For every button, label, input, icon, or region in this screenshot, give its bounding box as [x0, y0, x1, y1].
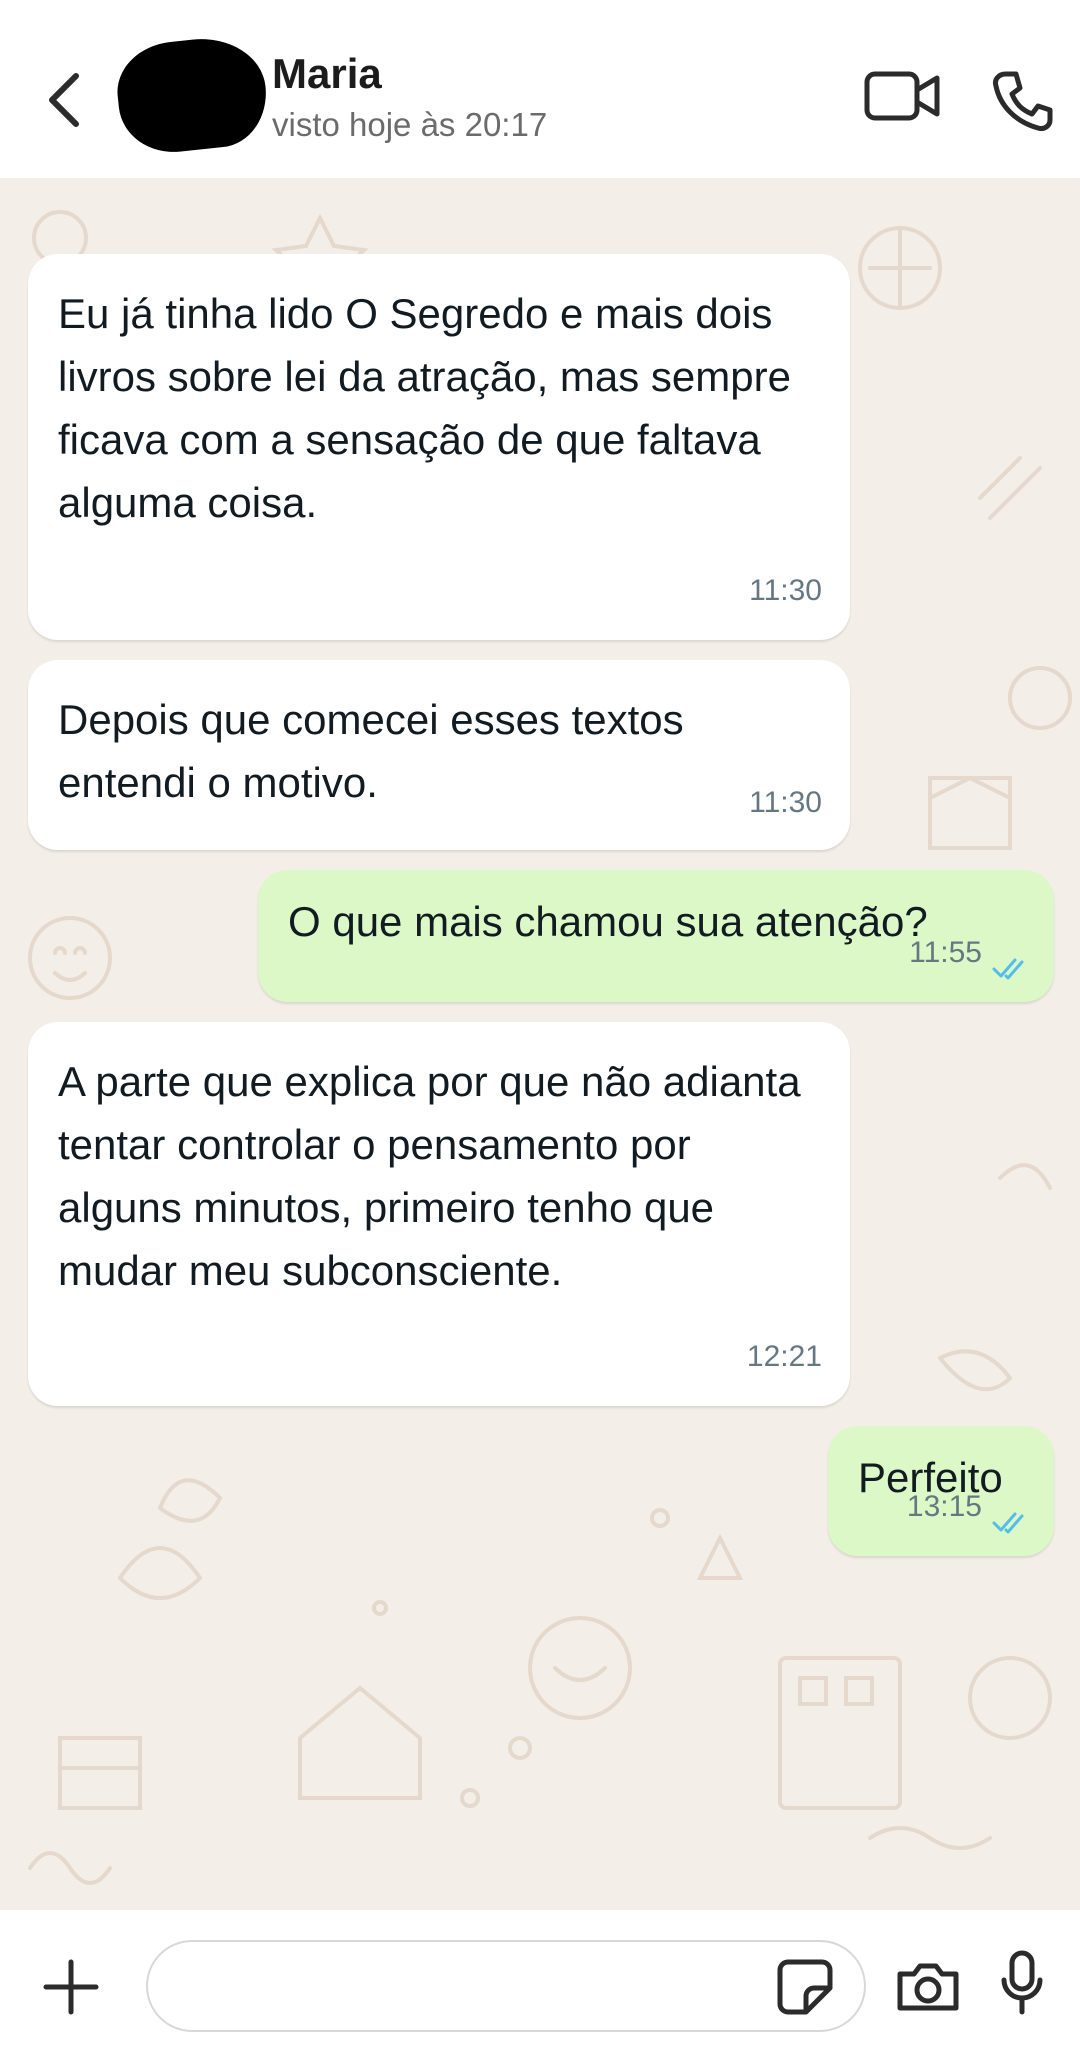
- chat-header: Maria visto hoje às 20:17: [0, 0, 1080, 178]
- message-time: 11:30: [749, 786, 822, 819]
- message-text: Depois que comecei esses textos entendi …: [58, 696, 684, 806]
- phone-icon[interactable]: [992, 70, 1054, 132]
- contact-name[interactable]: Maria: [272, 50, 382, 98]
- double-check-icon: [992, 958, 1024, 980]
- message-input[interactable]: [146, 1940, 866, 2032]
- chat-area[interactable]: Eu já tinha lido O Segredo e mais dois l…: [0, 178, 1080, 1910]
- message-bubble-incoming[interactable]: Depois que comecei esses textos entendi …: [28, 660, 850, 850]
- message-time: 11:55: [909, 936, 982, 969]
- video-call-icon[interactable]: [864, 70, 942, 122]
- message-bubble-outgoing[interactable]: Perfeito 13:15: [828, 1426, 1054, 1556]
- message-bubble-incoming[interactable]: A parte que explica por que não adianta …: [28, 1022, 850, 1406]
- message-text: A parte que explica por que não adianta …: [58, 1058, 801, 1294]
- last-seen-status: visto hoje às 20:17: [272, 106, 548, 143]
- back-arrow-icon[interactable]: [44, 70, 84, 130]
- camera-icon[interactable]: [894, 1962, 962, 2012]
- plus-icon[interactable]: [42, 1958, 100, 2016]
- double-check-icon: [992, 1512, 1024, 1534]
- message-time: 13:15: [906, 1490, 982, 1523]
- message-bubble-incoming[interactable]: Eu já tinha lido O Segredo e mais dois l…: [28, 254, 850, 640]
- sticker-icon[interactable]: [776, 1958, 834, 2016]
- message-time: 11:30: [749, 574, 822, 607]
- message-time: 12:21: [746, 1340, 822, 1373]
- message-composer: [0, 1910, 1080, 2050]
- message-text: Eu já tinha lido O Segredo e mais dois l…: [58, 290, 791, 526]
- avatar[interactable]: [112, 32, 272, 158]
- microphone-icon[interactable]: [1000, 1950, 1044, 2016]
- message-bubble-outgoing[interactable]: O que mais chamou sua atenção? 11:55: [258, 870, 1054, 1002]
